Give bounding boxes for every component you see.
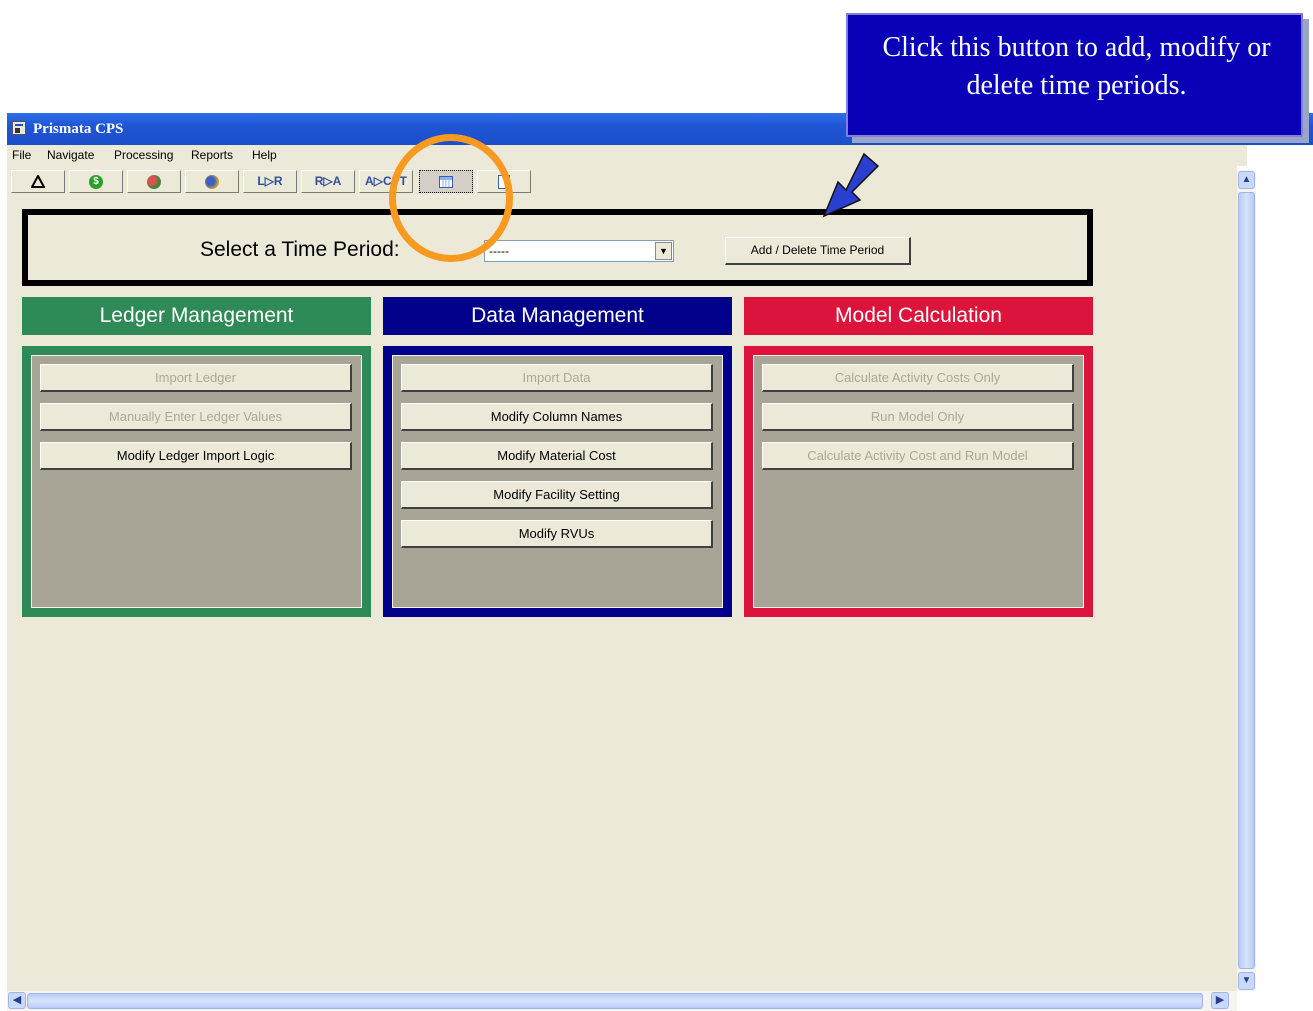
scroll-right-button[interactable]: ▶ <box>1211 992 1229 1009</box>
window-title: Prismata CPS <box>33 121 124 137</box>
modify-ledger-import-logic-button[interactable]: Modify Ledger Import Logic <box>40 442 352 470</box>
app-icon <box>12 121 26 135</box>
scroll-down-button[interactable]: ▼ <box>1238 972 1255 990</box>
time-period-select-value: ----- <box>489 244 509 258</box>
calculate-activity-costs-only-button[interactable]: Calculate Activity Costs Only <box>762 364 1074 392</box>
delta-icon <box>30 174 46 189</box>
model-calculation-panel: Calculate Activity Costs Only Run Model … <box>744 346 1093 617</box>
callout-text: Click this button to add, modify or dele… <box>882 32 1271 101</box>
menu-file[interactable]: File <box>12 148 31 162</box>
modify-column-names-button[interactable]: Modify Column Names <box>401 403 713 431</box>
run-model-only-button[interactable]: Run Model Only <box>762 403 1074 431</box>
pointer-arrow-icon <box>822 152 880 218</box>
menu-navigate[interactable]: Navigate <box>47 148 94 162</box>
ledger-to-rvu-button[interactable]: L▷R <box>243 170 297 193</box>
time-period-select[interactable]: ----- ▼ <box>484 240 674 262</box>
manually-enter-ledger-values-button[interactable]: Manually Enter Ledger Values <box>40 403 352 431</box>
modify-material-cost-button[interactable]: Modify Material Cost <box>401 442 713 470</box>
main-content: Select a Time Period: ----- ▼ Add / Dele… <box>7 196 1237 991</box>
scroll-left-button[interactable]: ◀ <box>8 992 26 1009</box>
tools-button[interactable] <box>185 170 239 193</box>
import-ledger-button[interactable]: Import Ledger <box>40 364 352 392</box>
time-period-bar: Select a Time Period: ----- ▼ Add / Dele… <box>22 209 1093 286</box>
model-calculation-header: Model Calculation <box>744 297 1093 335</box>
import-data-button[interactable]: Import Data <box>401 364 713 392</box>
rvu-to-activity-button[interactable]: R▷A <box>301 170 355 193</box>
people-button[interactable] <box>127 170 181 193</box>
menu-processing[interactable]: Processing <box>114 148 173 162</box>
modify-facility-setting-button[interactable]: Modify Facility Setting <box>401 481 713 509</box>
toolbar: $ L▷R R▷A A▷CPT <box>7 166 1237 196</box>
menu-bar: File Navigate Processing Reports Help <box>7 145 1247 166</box>
calculate-activity-cost-and-run-model-button[interactable]: Calculate Activity Cost and Run Model <box>762 442 1074 470</box>
chevron-down-icon[interactable]: ▼ <box>655 242 672 260</box>
add-delete-time-period-button[interactable]: Add / Delete Time Period <box>725 237 911 265</box>
ledger-management-panel: Import Ledger Manually Enter Ledger Valu… <box>22 346 371 617</box>
vertical-scrollbar[interactable]: ▲ ▼ <box>1237 170 1256 991</box>
ledger-management-header: Ledger Management <box>22 297 371 335</box>
modify-rvus-button[interactable]: Modify RVUs <box>401 520 713 548</box>
tools-icon <box>205 174 219 189</box>
vertical-scroll-thumb[interactable] <box>1238 192 1255 969</box>
tutorial-callout: Click this button to add, modify or dele… <box>846 13 1303 137</box>
data-management-panel: Import Data Modify Column Names Modify M… <box>383 346 732 617</box>
horizontal-scroll-thumb[interactable] <box>27 993 1203 1009</box>
people-icon <box>147 174 161 189</box>
dollar-icon: $ <box>89 174 103 189</box>
menu-reports[interactable]: Reports <box>191 148 233 162</box>
time-period-label: Select a Time Period: <box>200 238 400 261</box>
menu-help[interactable]: Help <box>252 148 277 162</box>
scroll-up-button[interactable]: ▲ <box>1238 171 1255 189</box>
horizontal-scrollbar[interactable]: ◀ ▶ <box>7 991 1237 1011</box>
delta-button[interactable] <box>11 170 65 193</box>
data-management-header: Data Management <box>383 297 732 335</box>
dollar-button[interactable]: $ <box>69 170 123 193</box>
highlight-circle <box>389 134 513 262</box>
